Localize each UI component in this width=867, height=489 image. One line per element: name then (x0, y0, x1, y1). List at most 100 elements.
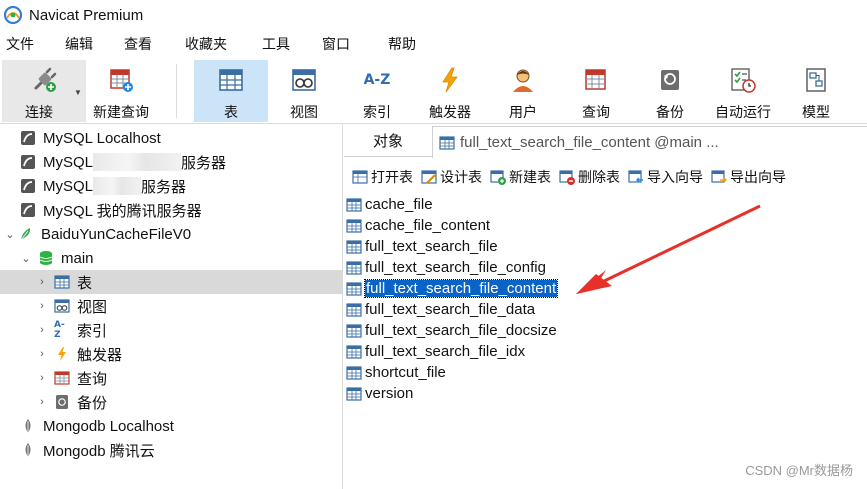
menu-file[interactable]: 文件 (6, 34, 34, 54)
delete-table-icon (559, 170, 575, 185)
model-button[interactable]: 模型 (788, 60, 844, 122)
table-icon (346, 260, 362, 275)
table-list-item[interactable]: full_text_search_file_docsize (346, 320, 557, 341)
tree-item-indexes[interactable]: › A-Z 索引 (0, 318, 343, 342)
queries-button[interactable]: 查询 (566, 60, 626, 122)
tree-item-label: MySQL (43, 153, 94, 171)
table-list-item[interactable]: full_text_search_file_data (346, 299, 535, 320)
users-button[interactable]: 用户 (494, 60, 552, 122)
menu-view[interactable]: 查看 (124, 34, 152, 54)
sqlite-feather-icon (18, 226, 34, 242)
tree-item-mysql-localhost[interactable]: MySQL Localhost (0, 126, 343, 150)
table-list-item[interactable]: cache_file_content (346, 215, 490, 236)
tree-item-label: MySQL (43, 177, 94, 195)
query-icon (54, 370, 70, 386)
table-list-item[interactable]: full_text_search_file_config (346, 257, 546, 278)
design-table-label: 设计表 (440, 169, 482, 185)
menu-help[interactable]: 帮助 (388, 34, 416, 54)
menu-edit[interactable]: 编辑 (65, 34, 93, 54)
users-label: 用户 (509, 104, 537, 120)
open-table-icon (352, 170, 368, 184)
tree-item-mysql-server-2[interactable]: MySQL 服务器 (0, 174, 343, 198)
chevron-down-icon[interactable]: ⌄ (20, 252, 32, 265)
tree-item-views[interactable]: › 视图 (0, 294, 343, 318)
export-wizard-label: 导出向导 (730, 169, 786, 185)
table-list-item[interactable]: version (346, 383, 413, 404)
database-icon (38, 250, 54, 266)
table-list-item[interactable]: cache_file (346, 194, 433, 215)
tab-objects[interactable]: 对象 (344, 124, 432, 157)
export-wizard-button[interactable]: 导出向导 (711, 167, 786, 187)
menu-favorites[interactable]: 收藏夹 (185, 34, 227, 54)
chevron-right-icon[interactable]: › (36, 324, 48, 336)
backup-icon (54, 394, 70, 410)
view-icon (54, 298, 70, 314)
table-name: full_text_search_file_idx (365, 343, 526, 360)
chevron-right-icon[interactable]: › (36, 396, 48, 408)
tree-item-mongodb-localhost[interactable]: Mongodb Localhost (0, 414, 343, 438)
tree-item-queries[interactable]: › 查询 (0, 366, 343, 390)
triggers-button[interactable]: 触发器 (418, 60, 482, 122)
design-table-button[interactable]: 设计表 (421, 167, 482, 187)
table-list-item[interactable]: full_text_search_file_idx (346, 341, 525, 362)
tree-item-sqlite-connection[interactable]: ⌄ BaiduYunCacheFileV0 (0, 222, 343, 246)
indexes-button[interactable]: A-Z 索引 (346, 60, 408, 122)
import-wizard-button[interactable]: 导入向导 (628, 167, 703, 187)
automation-button[interactable]: 自动运行 (708, 60, 778, 122)
user-icon (508, 65, 538, 94)
tree-item-suffix: 服务器 (181, 154, 227, 172)
mysql-connection-icon (20, 202, 36, 218)
tree-item-label: 视图 (77, 298, 108, 316)
new-table-label: 新建表 (509, 169, 551, 185)
menu-tools[interactable]: 工具 (262, 34, 290, 54)
new-table-button[interactable]: 新建表 (490, 167, 551, 187)
tab-table-content[interactable]: full_text_search_file_content @main ... (432, 126, 867, 158)
chevron-right-icon[interactable]: › (36, 348, 48, 360)
annotation-arrow (576, 204, 761, 294)
objects-panel: 对象 full_text_search_file_content @main .… (344, 124, 867, 489)
tree-item-label: 表 (77, 274, 93, 292)
import-icon (628, 170, 643, 183)
tree-item-mysql-tencent[interactable]: MySQL 我的腾讯服务器 (0, 198, 343, 222)
tree-item-schema-main[interactable]: ⌄ main (0, 246, 343, 270)
lightning-icon (54, 346, 70, 362)
backup-button[interactable]: 备份 (640, 60, 700, 122)
window-title: Navicat Premium (29, 6, 144, 24)
views-label: 视图 (290, 104, 318, 120)
new-query-button[interactable]: 新建查询 (88, 60, 154, 122)
tree-item-tables[interactable]: › 表 (0, 270, 343, 294)
tree-item-label: MySQL Localhost (43, 129, 161, 147)
import-wizard-label: 导入向导 (647, 169, 703, 185)
views-button[interactable]: 视图 (272, 60, 336, 122)
table-icon (54, 274, 70, 290)
tree-item-mongodb-tencent[interactable]: Mongodb 腾讯云 (0, 438, 343, 462)
tree-item-label: Mongodb Localhost (43, 417, 174, 435)
tab-bar: 对象 full_text_search_file_content @main .… (344, 124, 867, 158)
view-icon (289, 65, 319, 94)
delete-table-label: 删除表 (578, 169, 620, 185)
navicat-logo-icon (4, 6, 22, 24)
tree-item-label: 查询 (77, 370, 108, 388)
mongodb-leaf-icon (20, 418, 36, 434)
chevron-down-icon[interactable]: ⌄ (4, 228, 16, 241)
tree-item-label: BaiduYunCacheFileV0 (41, 225, 192, 243)
tree-item-mysql-server-1[interactable]: MySQL 服务器 (0, 150, 343, 174)
chevron-right-icon[interactable]: › (36, 276, 48, 288)
table-list-item-selected[interactable]: full_text_search_file_content (346, 278, 559, 299)
chevron-right-icon[interactable]: › (36, 372, 48, 384)
backup-icon (655, 65, 685, 94)
backup-label: 备份 (656, 104, 684, 120)
table-icon (346, 302, 362, 317)
open-table-button[interactable]: 打开表 (352, 167, 413, 187)
chevron-right-icon[interactable]: › (36, 300, 48, 312)
tables-button[interactable]: 表 (194, 60, 268, 122)
tree-item-backups[interactable]: › 备份 (0, 390, 343, 414)
menu-window[interactable]: 窗口 (322, 34, 350, 54)
table-list-item[interactable]: shortcut_file (346, 362, 446, 383)
design-table-icon (421, 170, 437, 184)
delete-table-button[interactable]: 删除表 (559, 167, 620, 187)
tree-item-triggers[interactable]: › 触发器 (0, 342, 343, 366)
table-name: full_text_search_file_config (365, 259, 546, 276)
table-list-item[interactable]: full_text_search_file (346, 236, 498, 257)
connect-dropdown-icon[interactable]: ▼ (74, 88, 82, 97)
